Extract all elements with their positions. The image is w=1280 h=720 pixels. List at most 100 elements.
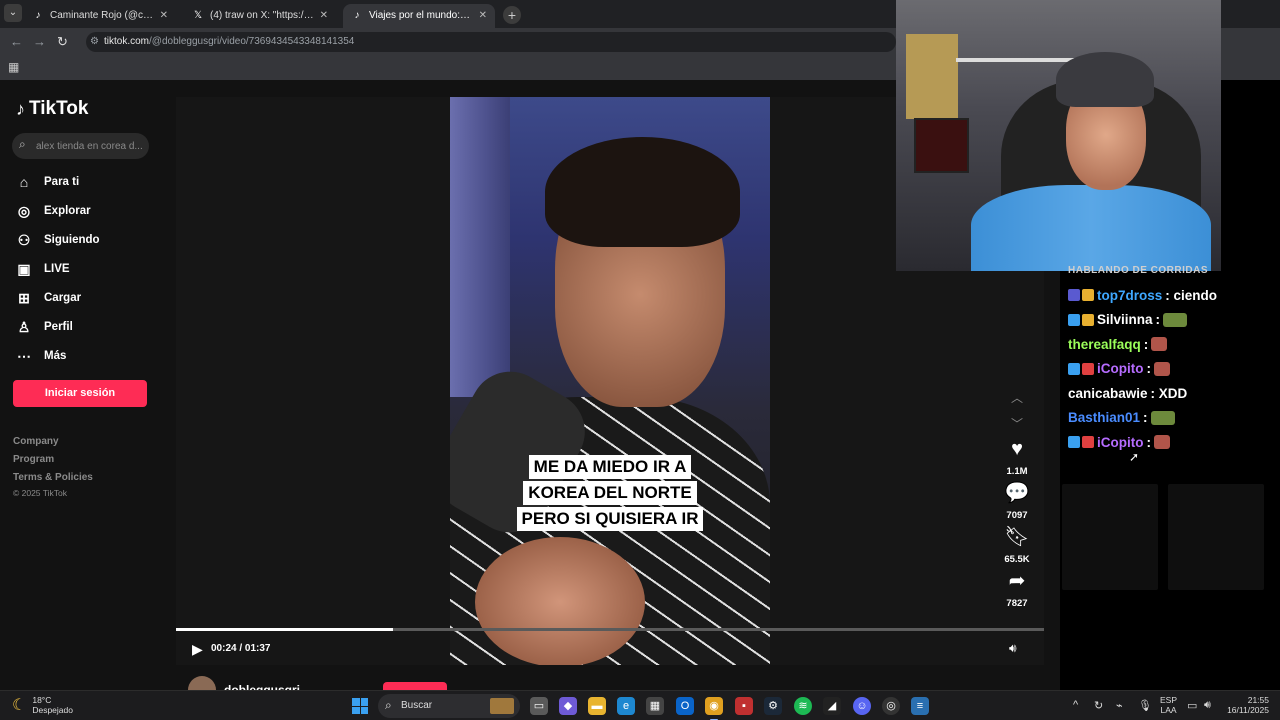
tiktok-logo[interactable]: ♪ TikTok	[16, 98, 88, 120]
footer-link-program[interactable]: Program	[13, 454, 54, 465]
previous-video-icon[interactable]: ︿	[1011, 389, 1023, 406]
copilot-icon[interactable]: ◆	[559, 697, 577, 715]
volume-icon[interactable]: 🔊︎	[1009, 641, 1017, 656]
share-button[interactable]: ➦ 7827	[996, 569, 1038, 611]
search-box[interactable]: ⌕	[12, 133, 149, 159]
browser-tab[interactable]: ♪ Caminante Rojo (@caminante.r ✕	[24, 4, 176, 28]
reload-icon[interactable]: ↻	[57, 34, 68, 50]
face-emote-icon	[1154, 361, 1170, 376]
store-icon[interactable]: ▦	[646, 697, 664, 715]
chat-username[interactable]: therealfaqq	[1068, 337, 1141, 352]
chevron-up-icon[interactable]: ^	[1073, 699, 1078, 711]
task-view-icon[interactable]: ▭	[530, 697, 548, 715]
comment-button[interactable]: 💬 7097	[996, 481, 1038, 523]
display-icon[interactable]: ▭	[1187, 699, 1197, 712]
badge-icon	[1068, 362, 1080, 375]
tab-title: (4) traw on X: "https://t.co/4iFZ	[210, 10, 314, 21]
browser-tab-active[interactable]: ♪ Viajes por el mundo: Miedo de ✕	[343, 4, 495, 28]
chat-badges	[1068, 289, 1094, 301]
language-indicator[interactable]: ESP LAA	[1160, 695, 1177, 715]
search-input[interactable]	[36, 137, 144, 155]
chat-panel-blank	[1168, 484, 1264, 590]
badge-icon	[1068, 313, 1080, 326]
chat-username[interactable]: top7dross	[1097, 288, 1162, 303]
webcam-cap	[1056, 52, 1154, 107]
copyright-text: © 2025 TikTok	[13, 488, 67, 498]
chat-username[interactable]: iCopito	[1097, 361, 1144, 376]
bookmark-count: 65.5K	[1004, 554, 1030, 565]
taskbar-search-label: Buscar	[401, 700, 433, 711]
file-explorer-icon[interactable]: ▬	[588, 697, 606, 715]
weather-widget[interactable]: ☾ 18°C Despejado	[12, 695, 73, 715]
caption-line: ME DA MIEDO IR A	[528, 455, 692, 479]
chat-username[interactable]: canicabawie	[1068, 386, 1148, 401]
face-emote-icon	[1151, 337, 1168, 351]
speaker-icon[interactable]: 🔊︎	[1204, 699, 1211, 712]
nav-label: Para ti	[44, 176, 80, 188]
steam-icon[interactable]: ⚙	[764, 697, 782, 715]
share-icon: ➦	[1008, 570, 1026, 592]
nav-item-para-ti[interactable]: ⌂ Para ti	[16, 172, 79, 192]
notepad-icon[interactable]: ≡	[911, 697, 929, 715]
like-button[interactable]: ♥ 1.1M	[996, 437, 1038, 479]
login-button[interactable]: Iniciar sesión	[13, 380, 147, 407]
video-progress-bar[interactable]	[176, 628, 1044, 631]
badge-icon	[1082, 436, 1094, 448]
nav-item-siguiendo[interactable]: ⚇ Siguiendo	[16, 230, 100, 250]
nav-item-explorar[interactable]: ◎ Explorar	[16, 201, 91, 221]
bookmark-button[interactable]: 🔖︎ 65.5K	[996, 525, 1038, 567]
caption-line: PERO SI QUISIERA IR	[516, 507, 704, 531]
follow-button[interactable]	[383, 682, 447, 690]
media-app-icon[interactable]: ▪	[735, 697, 753, 715]
url-field[interactable]: ⚙ tiktok.com/@dobleggusgri/video/7369434…	[86, 32, 896, 52]
sync-icon[interactable]: ↻	[1094, 699, 1103, 712]
video-frame[interactable]: ME DA MIEDO IR A KOREA DEL NORTE PERO SI…	[450, 97, 770, 665]
app-icon[interactable]: ◢	[823, 697, 841, 715]
nav-item-perfil[interactable]: ♙ Perfil	[16, 317, 73, 337]
chat-badges	[1068, 362, 1094, 375]
tab-search-menu-button[interactable]: ⌄	[4, 4, 22, 22]
webcam-shirt	[971, 185, 1211, 271]
close-icon[interactable]: ✕	[160, 6, 168, 26]
discord-icon[interactable]: ☺	[853, 697, 871, 715]
logo-text: TikTok	[29, 98, 89, 119]
chat-message: therealfaqq:	[1068, 334, 1168, 354]
nav-item-mas[interactable]: ⋯ Más	[16, 346, 66, 366]
next-video-icon[interactable]: ﹀	[1011, 415, 1023, 432]
nav-item-cargar[interactable]: ⊞ Cargar	[16, 288, 81, 308]
chat-text: :	[1146, 434, 1152, 450]
screen: ⌄ ♪ Caminante Rojo (@caminante.r ✕ 𝕏 (4)…	[0, 0, 1280, 720]
nav-item-live[interactable]: ▣ LIVE	[16, 259, 69, 279]
chat-username[interactable]: Basthian01	[1068, 410, 1140, 425]
video-time: 00:24 / 01:37	[211, 643, 271, 654]
browser-tab[interactable]: 𝕏 (4) traw on X: "https://t.co/4iFZ ✕	[184, 4, 336, 28]
url-domain: tiktok.com	[104, 36, 150, 47]
system-clock[interactable]: 21:55 16/11/2025	[1225, 695, 1269, 715]
comment-icon: 💬	[1004, 482, 1030, 504]
play-icon[interactable]: ▶	[192, 641, 203, 658]
footer-link-company[interactable]: Company	[13, 436, 59, 447]
chat-username[interactable]: Silviinna	[1097, 312, 1153, 327]
taskbar-search[interactable]: ⌕ Buscar	[378, 694, 520, 718]
video-person-hands	[475, 537, 645, 665]
forward-arrow-icon[interactable]: →	[33, 34, 46, 49]
microphone-icon[interactable]: 🎙︎	[1138, 699, 1152, 712]
windows-start-icon[interactable]	[352, 698, 368, 714]
spotify-icon[interactable]: ≋	[794, 697, 812, 715]
obs-icon[interactable]: ◎	[882, 697, 900, 715]
footer-link-terms[interactable]: Terms & Policies	[13, 472, 93, 483]
chat-username[interactable]: iCopito	[1097, 435, 1144, 450]
close-icon[interactable]: ✕	[479, 6, 487, 26]
new-tab-button[interactable]: +	[503, 6, 521, 24]
weather-temp: 18°C	[32, 695, 52, 705]
tab-title: Caminante Rojo (@caminante.r	[50, 10, 154, 21]
site-info-icon[interactable]: ⚙	[90, 32, 99, 52]
back-arrow-icon[interactable]: ←	[10, 34, 23, 49]
outlook-icon[interactable]: O	[676, 697, 694, 715]
close-icon[interactable]: ✕	[320, 6, 328, 26]
chat-message: Silviinna:	[1068, 310, 1188, 330]
apps-grid-icon[interactable]: ▦	[8, 60, 19, 74]
chrome-icon[interactable]: ◉	[705, 697, 723, 720]
network-icon[interactable]: ⌁	[1116, 699, 1123, 712]
edge-icon[interactable]: e	[617, 697, 635, 715]
